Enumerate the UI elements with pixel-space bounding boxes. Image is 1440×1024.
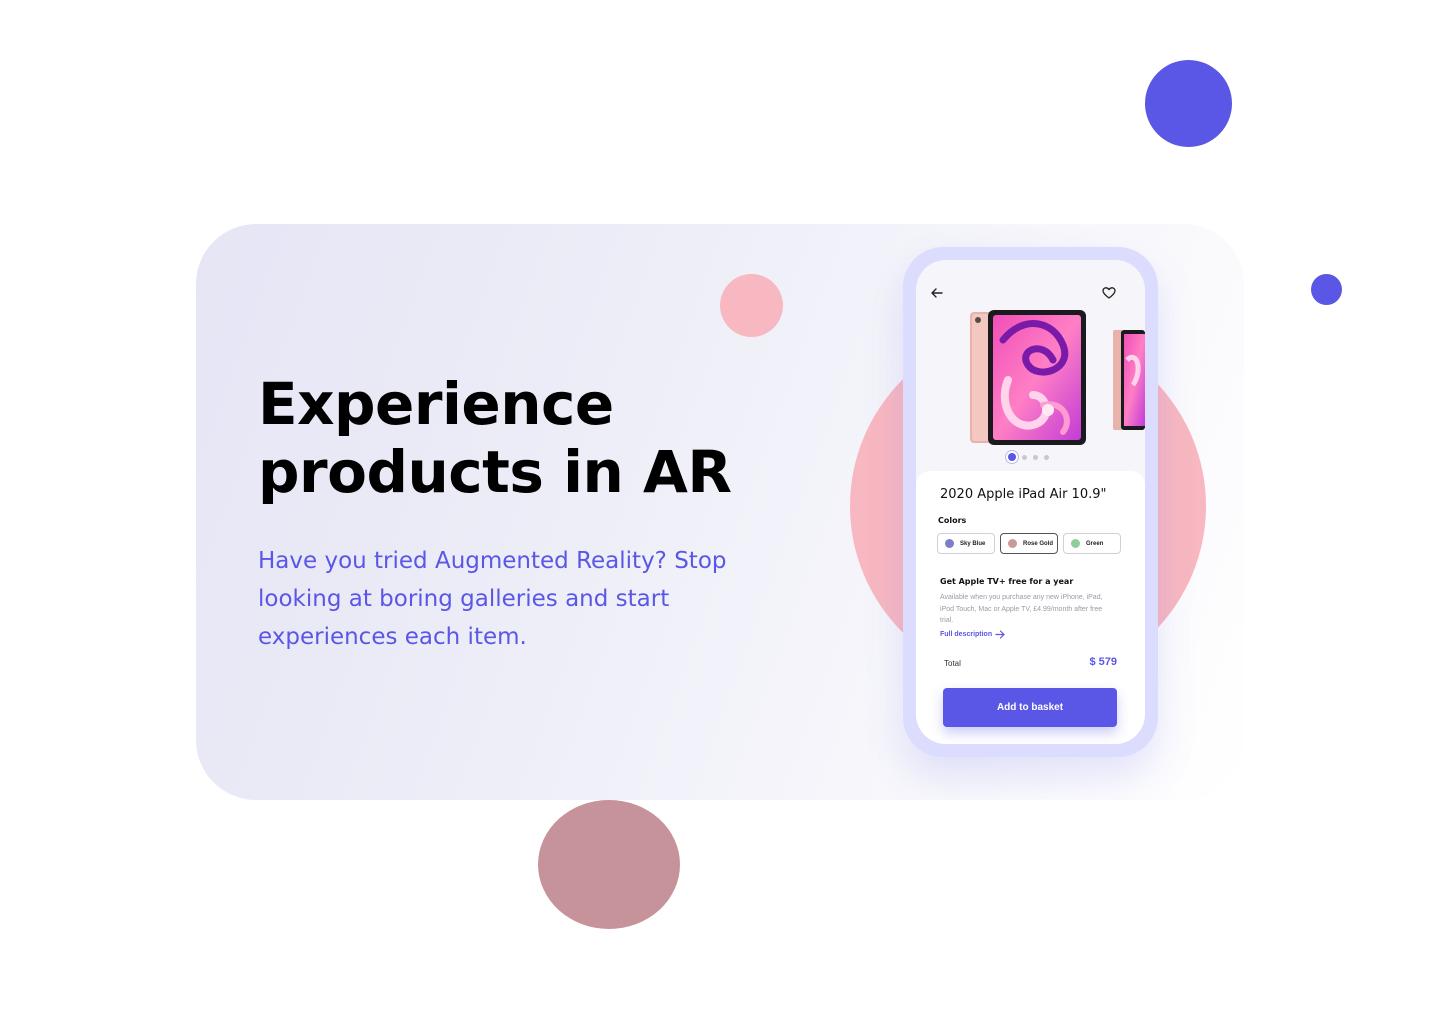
pagination-dot[interactable] [1033,454,1038,460]
phone-screen: 2020 Apple iPad Air 10.9" Colors Sky Blu… [916,260,1145,744]
decorative-circle-mauve [538,800,680,929]
total-label: Total [944,659,961,668]
color-option-rose-gold[interactable]: Rose Gold [1000,533,1058,554]
hero-headline: Experience products in AR [258,370,778,506]
hero-card: Experience products in AR Have you tried… [196,224,1244,800]
colors-label: Colors [938,516,967,525]
color-options: Sky Blue Rose Gold Green [937,533,1121,554]
swatch-dot [1008,539,1017,548]
phone-mockup: 2020 Apple iPad Air 10.9" Colors Sky Blu… [903,247,1158,757]
headline-line-1: Experience [258,370,614,438]
total-price: $ 579 [1089,656,1117,668]
product-details-sheet: 2020 Apple iPad Air 10.9" Colors Sky Blu… [916,471,1145,744]
next-product-image [1113,330,1145,430]
full-description-link[interactable]: Full description [940,630,1005,639]
gallery-pagination [1008,452,1049,462]
swatch-label: Sky Blue [960,540,986,547]
promo-body: Available when you purchase any new iPho… [940,594,1103,624]
swatch-label: Green [1086,540,1104,547]
pagination-dot[interactable] [1044,454,1049,460]
arrow-left-icon[interactable] [930,286,944,300]
full-description-label: Full description [940,631,993,638]
color-option-sky-blue[interactable]: Sky Blue [937,533,995,554]
decorative-circle-blue-large [1145,60,1232,147]
headline-line-2: products in AR [258,438,732,506]
color-option-green[interactable]: Green [1063,533,1121,554]
decorative-circle-pink-small [720,274,783,337]
arrow-right-icon [995,630,1005,639]
swatch-label: Rose Gold [1023,540,1054,547]
swatch-dot [945,539,954,548]
hero-subtext: Have you tried Augmented Reality? Stop l… [258,548,727,650]
add-to-basket-button[interactable]: Add to basket [943,688,1117,727]
product-title: 2020 Apple iPad Air 10.9" [940,487,1107,502]
pagination-dot[interactable] [1022,454,1027,460]
product-image [970,310,1086,445]
heart-icon[interactable] [1102,286,1116,300]
swatch-dot [1071,539,1080,548]
decorative-circle-blue-small [1311,274,1342,305]
promo-title: Get Apple TV+ free for a year [940,577,1074,586]
pagination-dot-active[interactable] [1008,453,1016,461]
